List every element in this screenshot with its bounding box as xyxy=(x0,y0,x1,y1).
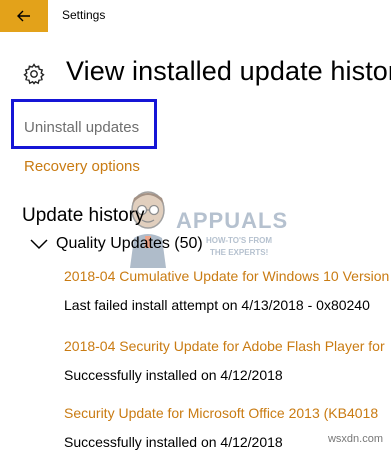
quality-updates-label: Quality Updates (50) xyxy=(56,235,203,252)
settings-window: Settings View installed update history U… xyxy=(0,0,391,451)
chevron-down-icon xyxy=(30,239,48,250)
watermark-brand: APPUALS xyxy=(176,208,289,233)
update-item-status: Successfully installed on 4/12/2018 xyxy=(64,434,283,450)
update-item-name[interactable]: Security Update for Microsoft Office 201… xyxy=(64,405,378,421)
update-item-name[interactable]: 2018-04 Security Update for Adobe Flash … xyxy=(64,338,385,354)
arrow-left-icon xyxy=(17,10,30,22)
update-item-status: Last failed install attempt on 4/13/2018… xyxy=(64,297,370,313)
recovery-options-link[interactable]: Recovery options xyxy=(24,158,140,175)
title-bar: Settings xyxy=(0,0,391,32)
window-title: Settings xyxy=(62,8,106,22)
quality-updates-toggle[interactable]: Quality Updates (50) xyxy=(30,233,203,255)
gear-icon xyxy=(23,63,45,85)
page-header: View installed update history xyxy=(22,56,391,96)
page-title: View installed update history xyxy=(66,56,391,86)
watermark-tagline-1: HOW-TO'S FROM xyxy=(206,236,273,245)
update-item-name[interactable]: 2018-04 Cumulative Update for Windows 10… xyxy=(64,268,389,284)
watermark-tagline-2: THE EXPERTS! xyxy=(210,248,269,257)
update-history-heading: Update history xyxy=(22,205,145,226)
site-watermark: wsxdn.com xyxy=(327,433,383,445)
uninstall-updates-link[interactable]: Uninstall updates xyxy=(24,119,139,136)
back-button[interactable] xyxy=(0,0,48,32)
update-item-status: Successfully installed on 4/12/2018 xyxy=(64,367,283,383)
watermark-logo: APPUALS HOW-TO'S FROM THE EXPERTS! xyxy=(118,178,298,270)
